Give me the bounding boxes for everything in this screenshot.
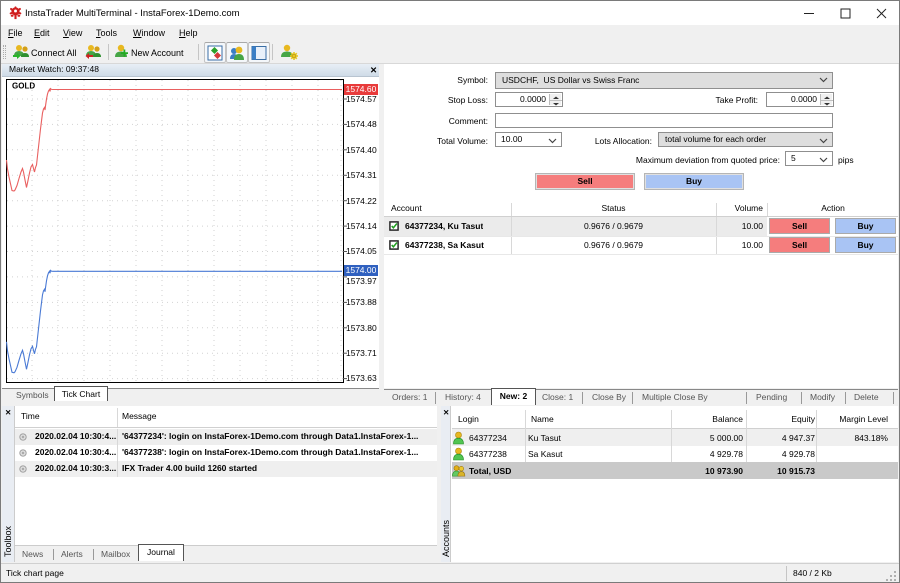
- svg-text:GOLD: GOLD: [12, 82, 35, 91]
